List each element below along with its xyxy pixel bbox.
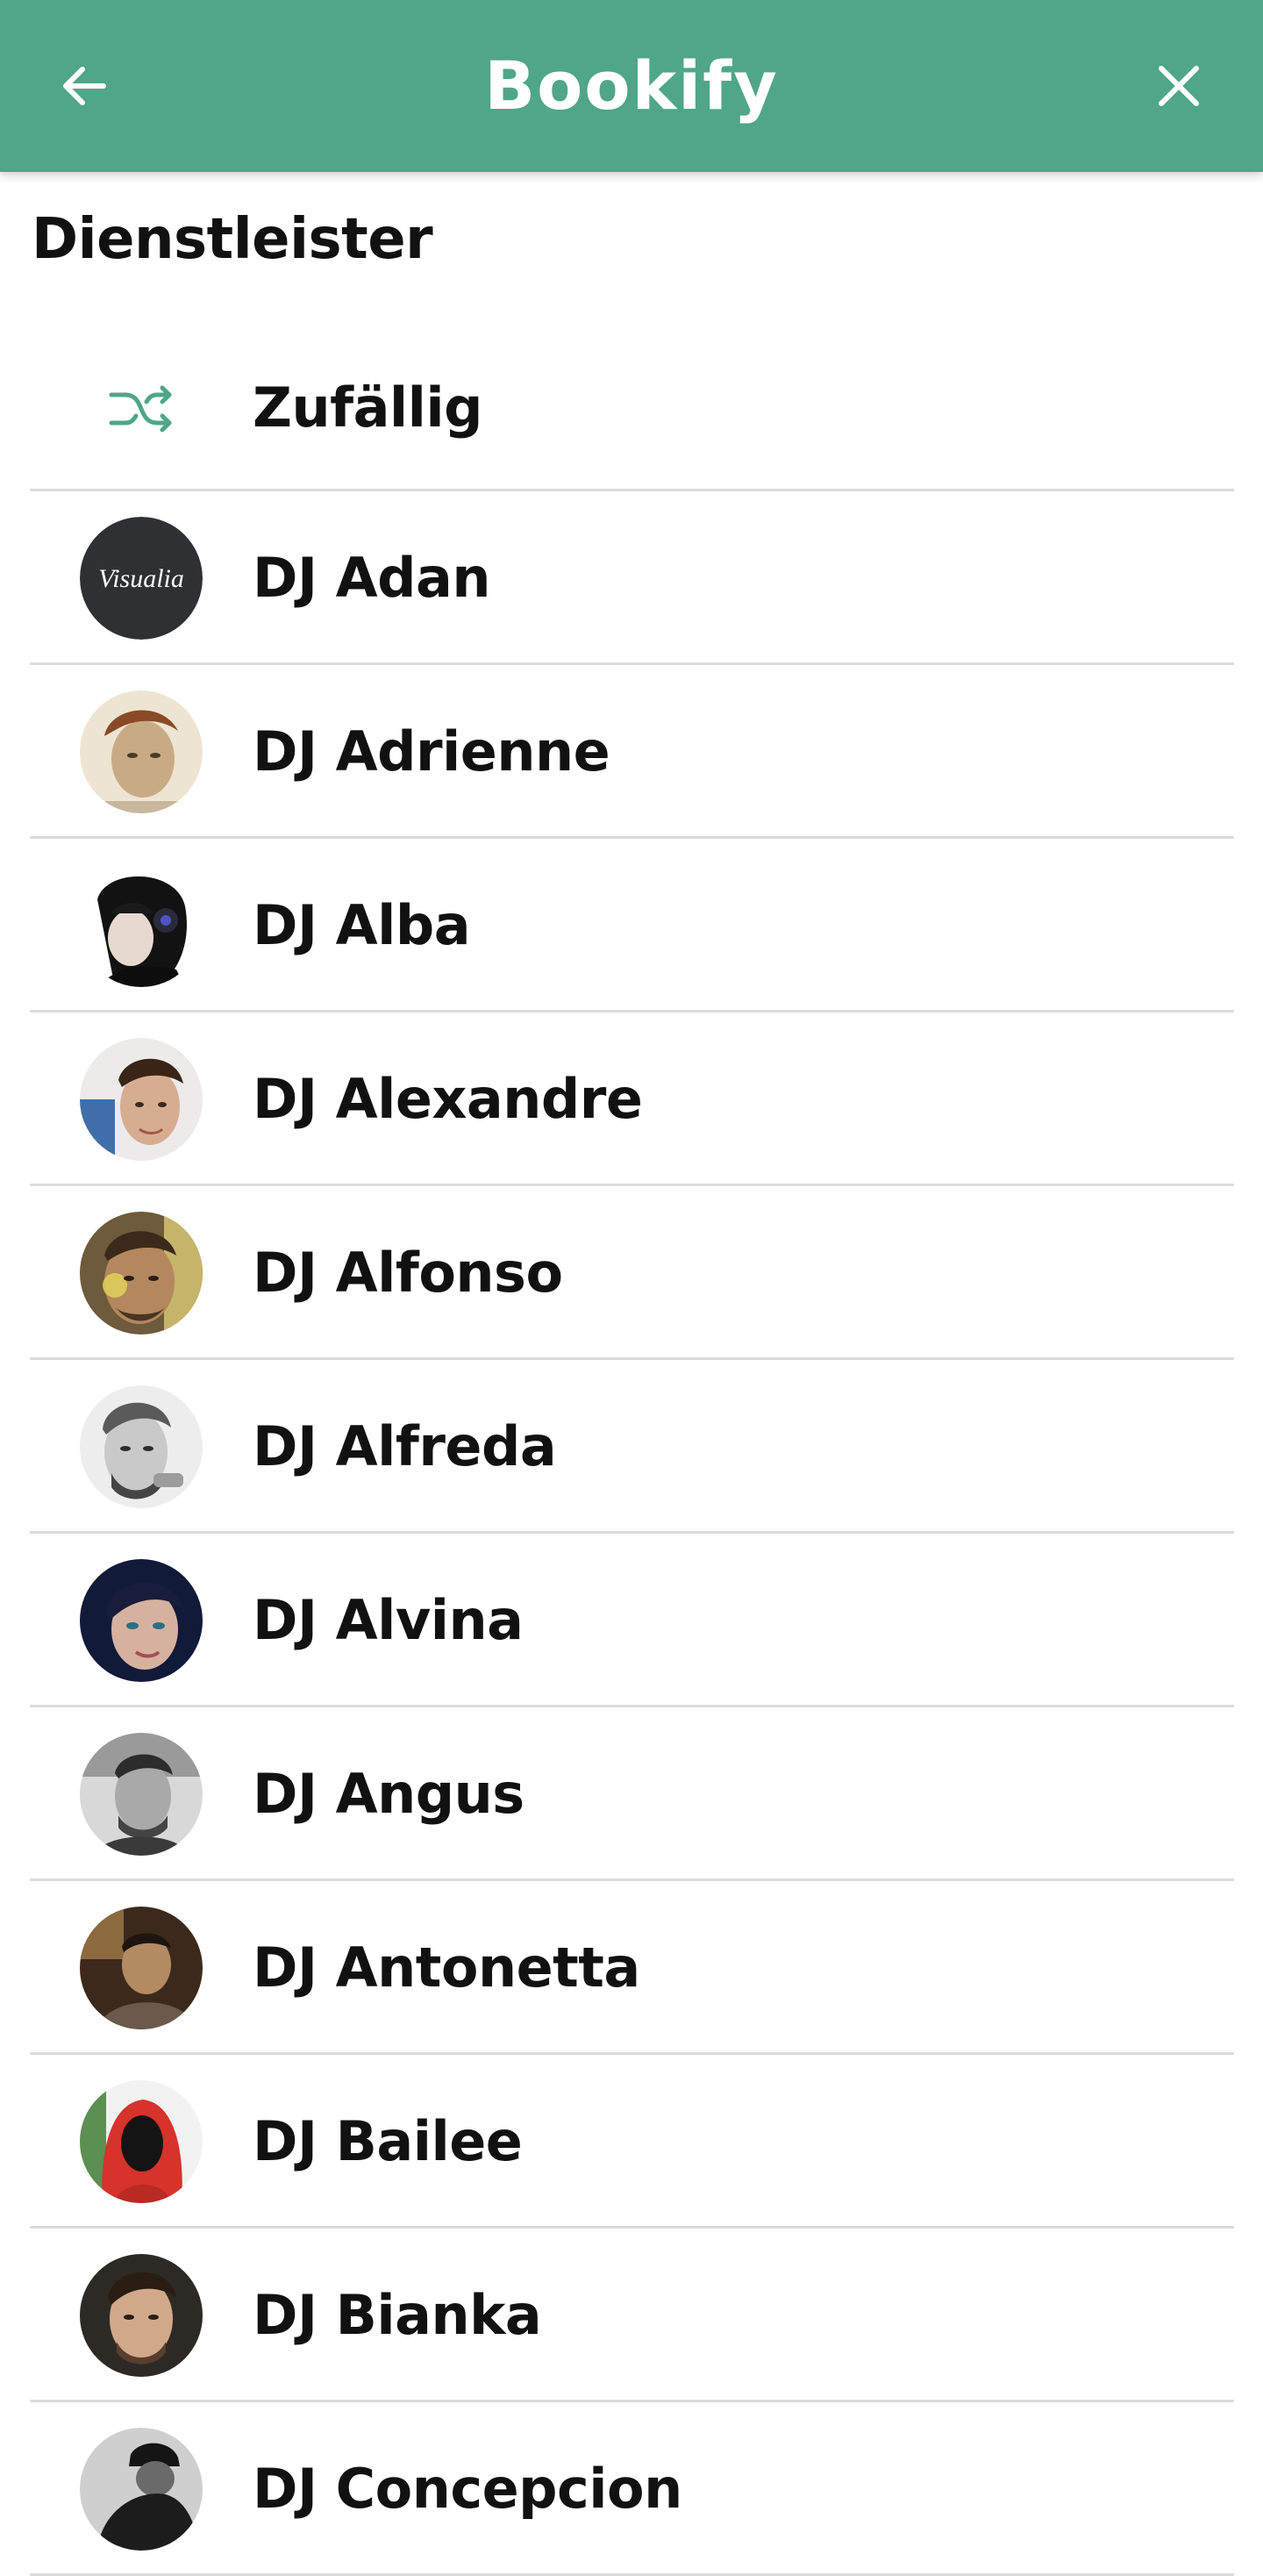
back-button[interactable] xyxy=(49,51,119,121)
avatar xyxy=(80,1733,203,1856)
list-item[interactable]: DJ Alfreda xyxy=(30,1360,1234,1534)
app-title: Bookify xyxy=(484,47,779,125)
arrow-left-icon xyxy=(63,67,106,105)
list-item[interactable]: DJ Adrienne xyxy=(30,665,1234,839)
list-item[interactable]: DJ Alexandre xyxy=(30,1013,1234,1186)
list-item-label: DJ Antonetta xyxy=(253,1936,640,2000)
list-item-label: DJ Bianka xyxy=(253,2283,542,2347)
app-bar: Bookify xyxy=(0,0,1263,172)
avatar xyxy=(80,2080,203,2203)
provider-list: Zufällig Visualia DJ Adan DJ Adrienne DJ… xyxy=(30,327,1234,2576)
avatar xyxy=(80,1212,203,1335)
list-item-label: DJ Alexandre xyxy=(253,1067,643,1131)
list-item-label: DJ Alba xyxy=(253,893,471,957)
list-item[interactable]: DJ Antonetta xyxy=(30,1881,1234,2055)
list-item[interactable]: DJ Angus xyxy=(30,1707,1234,1881)
list-item-label: DJ Alvina xyxy=(253,1588,524,1652)
close-icon xyxy=(1159,66,1199,106)
avatar xyxy=(80,864,203,987)
list-item[interactable]: DJ Alba xyxy=(30,839,1234,1013)
shuffle-icon xyxy=(80,347,203,470)
avatar xyxy=(80,1559,203,1682)
list-item-label: DJ Adan xyxy=(253,546,490,610)
avatar xyxy=(80,2254,203,2377)
list-item-random[interactable]: Zufällig xyxy=(30,327,1234,491)
avatar: Visualia xyxy=(80,517,203,640)
avatar xyxy=(80,1385,203,1508)
list-item[interactable]: DJ Bianka xyxy=(30,2229,1234,2402)
page-title: Dienstleister xyxy=(32,207,433,272)
list-item-label: DJ Concepcion xyxy=(253,2457,682,2521)
list-item-label: DJ Adrienne xyxy=(253,719,610,784)
list-item[interactable]: DJ Alfonso xyxy=(30,1186,1234,1360)
list-item-label: DJ Angus xyxy=(253,1762,524,1826)
list-item[interactable]: Visualia DJ Adan xyxy=(30,491,1234,665)
list-item[interactable]: DJ Alvina xyxy=(30,1534,1234,1707)
avatar xyxy=(80,1038,203,1161)
close-button[interactable] xyxy=(1144,51,1214,121)
list-item[interactable]: DJ Bailee xyxy=(30,2055,1234,2229)
list-item-label: DJ Bailee xyxy=(253,2109,523,2173)
list-item-label: DJ Alfreda xyxy=(253,1414,557,1478)
list-item-label: Zufällig xyxy=(253,376,483,440)
avatar xyxy=(80,1907,203,2029)
list-item-label: DJ Alfonso xyxy=(253,1241,563,1305)
avatar xyxy=(80,691,203,813)
avatar-logo-text: Visualia xyxy=(98,564,184,593)
avatar xyxy=(80,2428,203,2551)
list-item[interactable]: DJ Concepcion xyxy=(30,2402,1234,2576)
